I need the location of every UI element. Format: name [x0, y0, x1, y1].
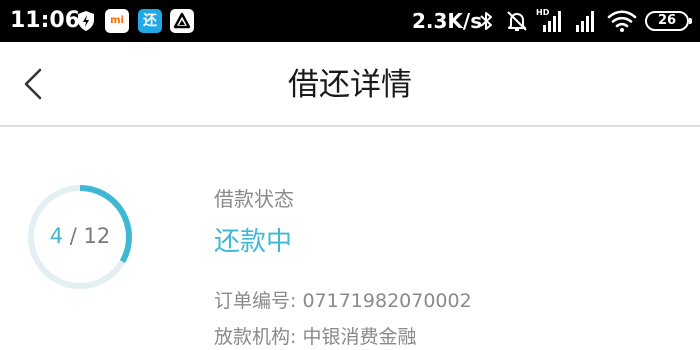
signal-icon [576, 11, 594, 32]
wifi-icon [607, 10, 637, 32]
shield-icon [78, 11, 94, 31]
bluetooth-icon [480, 12, 492, 30]
status-time: 11:06 [10, 8, 81, 33]
delta-app-icon [170, 9, 194, 33]
signal-icon [543, 11, 561, 32]
progress-text: 4 / 12 [26, 222, 134, 250]
mi-app-icon: mi [105, 9, 129, 33]
mute-icon [507, 11, 527, 31]
page-title: 借还详情 [288, 67, 412, 103]
order-number-value: 07171982070002 [302, 290, 472, 312]
lender-label: 放款机构: [214, 326, 303, 348]
loan-status-value: 还款中 [214, 227, 293, 257]
nav-bar: 借还详情 [0, 42, 700, 127]
status-bar: 11:06 mi 还 2.3K/s HD 26 [0, 0, 700, 42]
battery-icon: 26 [645, 11, 692, 31]
huan-app-icon: 还 [138, 9, 162, 33]
loan-status-label: 借款状态 [214, 187, 294, 211]
lender-row: 放款机构: 中银消费金融 [214, 324, 416, 350]
progress-separator: / [63, 224, 84, 248]
network-speed: 2.3K/s [412, 9, 483, 33]
order-number-label: 订单编号: [214, 290, 303, 312]
progress-current: 4 [49, 224, 64, 248]
lender-value: 中银消费金融 [302, 326, 417, 348]
progress-total: 12 [83, 224, 111, 248]
order-number-row: 订单编号: 07171982070002 [214, 288, 472, 314]
